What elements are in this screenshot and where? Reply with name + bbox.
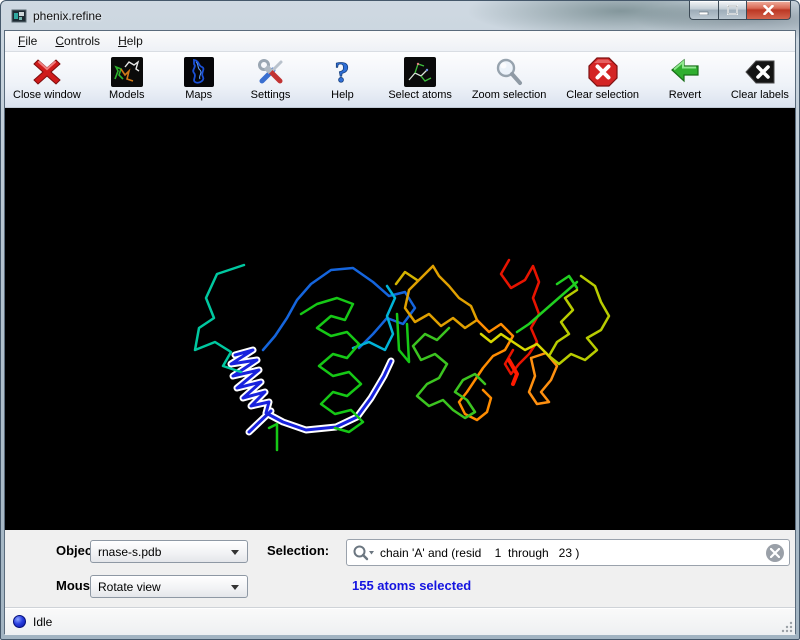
tool-label: Maps: [185, 89, 212, 101]
mouse-dropdown-value: Rotate view: [98, 580, 161, 594]
svg-text:?: ?: [335, 57, 350, 87]
window-controls: [689, 1, 791, 20]
help-tool[interactable]: ? Help: [316, 55, 368, 101]
tool-label: Close window: [13, 89, 81, 101]
window-title: phenix.refine: [33, 9, 102, 23]
magnifier-icon: [494, 55, 524, 88]
molecule-viewport[interactable]: [5, 108, 795, 530]
red-x-icon: [32, 55, 62, 88]
tool-label: Revert: [669, 89, 701, 101]
map-mesh-thumbnail-icon: [184, 55, 214, 88]
green-back-arrow-icon: [669, 55, 701, 88]
selection-searchfield: [346, 539, 790, 566]
model-thumbnail-icon: [111, 55, 143, 88]
settings-tool[interactable]: Settings: [245, 55, 297, 101]
question-mark-icon: ?: [329, 55, 355, 88]
zoom-selection-tool[interactable]: Zoom selection: [472, 55, 547, 101]
atoms-thumbnail-icon: [404, 55, 436, 88]
resize-grip[interactable]: [780, 620, 793, 633]
chevron-down-icon: [231, 550, 239, 555]
menu-help[interactable]: Help: [109, 32, 152, 50]
status-bar: Idle: [5, 607, 795, 635]
selection-input[interactable]: [380, 546, 761, 560]
mouse-dropdown[interactable]: Rotate view: [90, 575, 248, 598]
menu-bar: File Controls Help: [5, 31, 795, 52]
status-text: Idle: [33, 615, 52, 629]
menu-file[interactable]: File: [9, 32, 46, 50]
menu-controls[interactable]: Controls: [46, 32, 109, 50]
minimize-button[interactable]: [689, 1, 718, 20]
toolbar: Close window Models: [5, 52, 795, 108]
clear-selection-tool[interactable]: Clear selection: [566, 55, 639, 101]
search-icon[interactable]: [353, 545, 375, 561]
tool-label: Models: [109, 89, 144, 101]
minimize-icon: [699, 6, 709, 15]
maps-tool[interactable]: Maps: [173, 55, 225, 101]
object-dropdown-value: rnase-s.pdb: [98, 545, 161, 559]
tool-label: Zoom selection: [472, 89, 547, 101]
molecule-trace: [5, 108, 797, 530]
maximize-icon: [727, 5, 738, 15]
status-indicator-icon: [13, 615, 26, 628]
revert-tool[interactable]: Revert: [659, 55, 711, 101]
tool-label: Settings: [251, 89, 291, 101]
chevron-down-icon: [231, 585, 239, 590]
crossed-tools-icon: [256, 55, 286, 88]
control-panel: Object: rnase-s.pdb Selection:: [5, 530, 795, 607]
red-octagon-x-icon: [588, 55, 618, 88]
select-atoms-tool[interactable]: Select atoms: [388, 55, 452, 101]
close-icon: [763, 5, 774, 15]
models-tool[interactable]: Models: [101, 55, 153, 101]
maximize-button[interactable]: [718, 1, 746, 20]
atoms-selected-count: 155 atoms selected: [352, 578, 471, 593]
tool-label: Select atoms: [388, 89, 452, 101]
tool-label: Clear labels: [731, 89, 789, 101]
close-button[interactable]: [746, 1, 791, 20]
client-area: File Controls Help Close window: [5, 31, 795, 633]
close-window-tool[interactable]: Close window: [13, 55, 81, 101]
clear-search-icon[interactable]: [766, 544, 784, 562]
tool-label: Clear selection: [566, 89, 639, 101]
black-tag-x-icon: [744, 55, 776, 88]
selection-label: Selection:: [267, 543, 329, 558]
object-dropdown[interactable]: rnase-s.pdb: [90, 540, 248, 563]
title-bar[interactable]: phenix.refine: [1, 1, 799, 31]
clear-labels-tool[interactable]: Clear labels: [731, 55, 789, 101]
phenix-refine-window: phenix.refine File Controls Help: [0, 0, 800, 640]
app-icon[interactable]: [11, 8, 27, 24]
tool-label: Help: [331, 89, 354, 101]
